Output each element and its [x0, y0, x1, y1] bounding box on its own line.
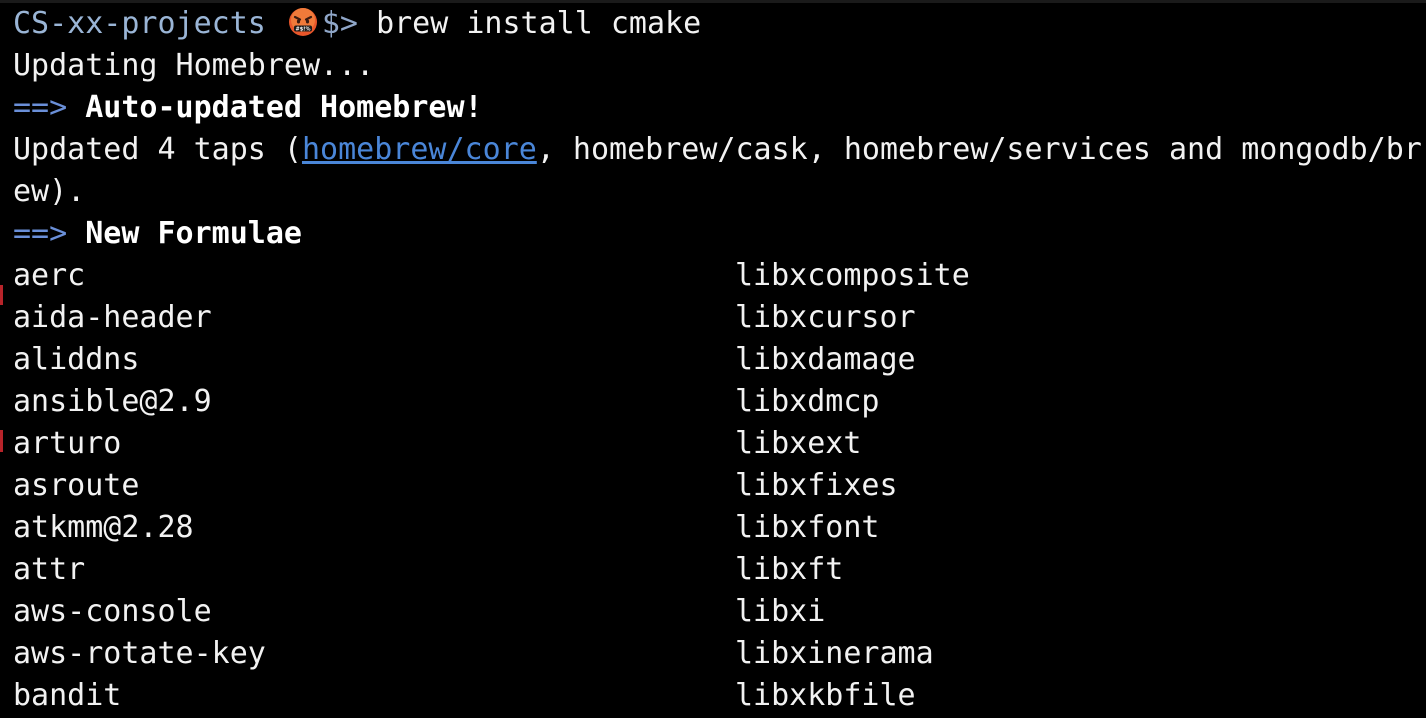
formula-item: aida-header: [13, 300, 212, 335]
formula-item: attr: [13, 552, 86, 587]
arrow-marker: ==>: [13, 90, 68, 125]
gutter-marker: [0, 285, 3, 305]
formula-item: libxinerama: [735, 636, 934, 671]
prompt-line: CS-xx-projects #$!% $> brew install cmak…: [13, 3, 1423, 45]
formula-item: libxcomposite: [735, 258, 970, 293]
formula-item: arturo: [13, 426, 122, 461]
formula-item: libxfixes: [735, 468, 898, 503]
formula-item: libxext: [735, 426, 862, 461]
formula-item: libxi: [735, 594, 826, 629]
terminal-output[interactable]: CS-xx-projects #$!% $> brew install cmak…: [13, 3, 1423, 717]
formula-item: aliddns: [13, 342, 140, 377]
formula-item: ansible@2.9: [13, 384, 212, 419]
formula-item: libxdmcp: [735, 384, 880, 419]
output-line-taps-wrap: ew).: [13, 174, 86, 209]
formula-item: bandit: [13, 678, 122, 713]
formula-item: libxfont: [735, 510, 880, 545]
formula-item: libxft: [735, 552, 844, 587]
auto-updated-heading: Auto-updated Homebrew!: [85, 90, 483, 125]
output-line-updating: Updating Homebrew...: [13, 48, 375, 83]
formula-item: aws-console: [13, 594, 212, 629]
output-line-auto-updated: ==> Auto-updated Homebrew!: [13, 87, 1423, 129]
formula-item: atkmm@2.28: [13, 510, 194, 545]
angry-face-icon: #$!%: [288, 7, 318, 37]
formula-item: aerc: [13, 258, 86, 293]
prompt-symbol: $>: [321, 6, 358, 41]
formula-item: libxdamage: [735, 342, 916, 377]
taps-suffix: , homebrew/cask, homebrew/services and m…: [536, 132, 1422, 167]
formula-item: libxcursor: [735, 300, 916, 335]
gutter-marker: [0, 430, 3, 452]
formula-item: asroute: [13, 468, 140, 503]
formulae-list: aerc libxcomposite aida-header libxcurso…: [13, 255, 1423, 717]
command-text: brew install cmake: [376, 6, 702, 41]
new-formulae-heading: New Formulae: [85, 216, 302, 251]
prompt-directory: CS-xx-projects: [13, 6, 266, 41]
taps-prefix: Updated 4 taps (: [13, 132, 302, 167]
formula-item: libxkbfile: [735, 678, 916, 713]
arrow-marker: ==>: [13, 216, 68, 251]
taps-link-homebrew-core[interactable]: homebrew/core: [302, 132, 537, 167]
output-line-taps: Updated 4 taps (homebrew/core, homebrew/…: [13, 129, 1423, 171]
formula-item: aws-rotate-key: [13, 636, 266, 671]
svg-text:#$!%: #$!%: [295, 26, 310, 32]
output-line-new-formulae: ==> New Formulae: [13, 213, 1423, 255]
